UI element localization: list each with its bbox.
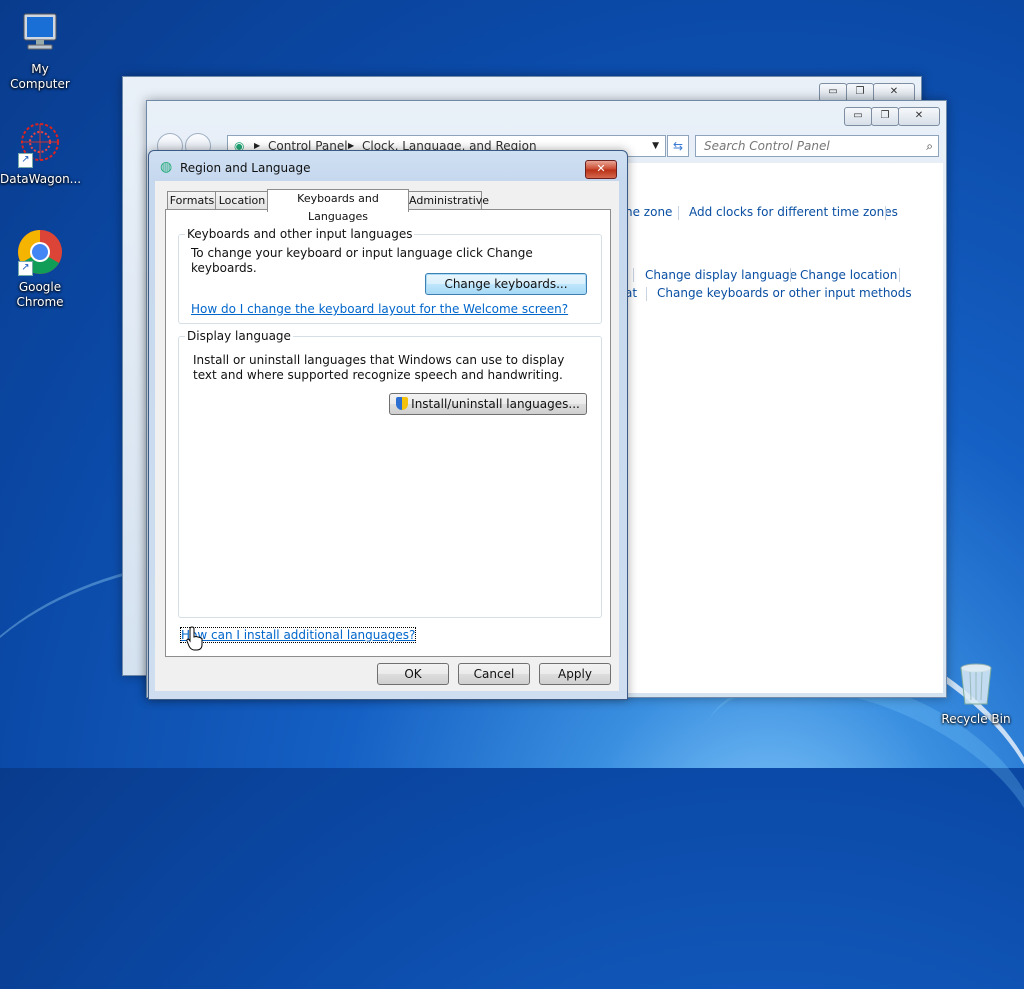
tab-formats[interactable]: Formats [167, 191, 217, 210]
desktop-icon-label: Google Chrome [16, 280, 64, 309]
datawagon-icon: ↗ [16, 120, 64, 168]
install-additional-languages-link[interactable]: How can I install additional languages? [179, 627, 417, 643]
desktop-icon-label: Recycle Bin [941, 712, 1011, 726]
globe-icon: ◍ [160, 159, 173, 175]
tab-location[interactable]: Location [215, 191, 269, 210]
hand-cursor-icon [186, 626, 203, 651]
link-separator [885, 206, 886, 220]
desktop-icon-my-computer[interactable]: My Computer [0, 10, 80, 92]
link-separator [678, 206, 679, 220]
link-separator [790, 268, 791, 282]
link-separator [899, 268, 900, 282]
close-button[interactable]: ✕ [898, 107, 940, 126]
search-placeholder: Search Control Panel [704, 139, 830, 153]
desktop-icon-label: My Computer [10, 62, 70, 91]
shortcut-arrow-icon: ↗ [18, 153, 33, 168]
install-uninstall-languages-button[interactable]: Install/uninstall languages... [389, 393, 587, 415]
keyboards-group-label: Keyboards and other input languages [185, 227, 415, 241]
uac-shield-icon [396, 397, 409, 410]
computer-icon [16, 10, 64, 58]
cancel-button[interactable]: Cancel [458, 663, 530, 685]
shortcut-arrow-icon: ↗ [18, 261, 33, 276]
control-panel-content: ne zone Add clocks for different time zo… [625, 163, 943, 693]
tab-administrative[interactable]: Administrative [408, 191, 489, 210]
recycle-bin-icon [952, 660, 1000, 708]
dialog-title: Region and Language [180, 161, 311, 175]
search-icon[interactable]: ⌕ [926, 136, 933, 156]
link-separator [633, 268, 634, 282]
minimize-button[interactable]: ▭ [844, 107, 872, 126]
desktop-icon-label: DataWagon... [0, 172, 82, 186]
ok-button[interactable]: OK [377, 663, 449, 685]
chrome-icon: ↗ [16, 228, 64, 276]
region-and-language-dialog[interactable]: ◍ Region and Language ✕ Formats Location… [148, 150, 628, 700]
close-button[interactable]: ✕ [585, 160, 617, 179]
link-time-zone[interactable]: ne zone [625, 205, 672, 219]
dialog-body: Formats Location Keyboards and Languages… [155, 181, 619, 691]
restore-button[interactable]: ❐ [871, 107, 899, 126]
search-input[interactable]: Search Control Panel ⌕ [695, 135, 939, 157]
install-uninstall-label: Install/uninstall languages... [411, 397, 580, 411]
display-language-text: Install or uninstall languages that Wind… [193, 353, 565, 382]
keyboards-group-text: To change your keyboard or input languag… [191, 246, 533, 275]
desktop-icon-google-chrome[interactable]: ↗ Google Chrome [0, 228, 80, 310]
link-separator [646, 287, 647, 301]
link-change-location[interactable]: Change location [800, 268, 897, 282]
link-change-display-language[interactable]: Change display language [645, 268, 797, 282]
refresh-button[interactable]: ⇆ [667, 135, 689, 157]
change-keyboards-button[interactable]: Change keyboards... [425, 273, 587, 295]
apply-button[interactable]: Apply [539, 663, 611, 685]
desktop-icon-recycle-bin[interactable]: Recycle Bin [936, 660, 1016, 727]
display-language-group-label: Display language [185, 329, 293, 343]
keyboards-group: Keyboards and other input languages To c… [178, 227, 602, 324]
link-change-keyboards[interactable]: Change keyboards or other input methods [657, 286, 912, 300]
desktop-icon-datawagon[interactable]: ↗ DataWagon... [0, 120, 82, 187]
display-language-group: Display language Install or uninstall la… [178, 329, 602, 618]
tab-keyboards-and-languages[interactable]: Keyboards and Languages [267, 189, 409, 223]
welcome-screen-keyboard-link[interactable]: How do I change the keyboard layout for … [191, 302, 568, 316]
chevron-down-icon[interactable]: ▼ [652, 136, 659, 156]
link-add-clocks[interactable]: Add clocks for different time zones [689, 205, 898, 219]
keyboards-languages-panel: Keyboards and other input languages To c… [165, 209, 611, 657]
window-caption-buttons: ▭ ❐ ✕ [844, 107, 940, 126]
